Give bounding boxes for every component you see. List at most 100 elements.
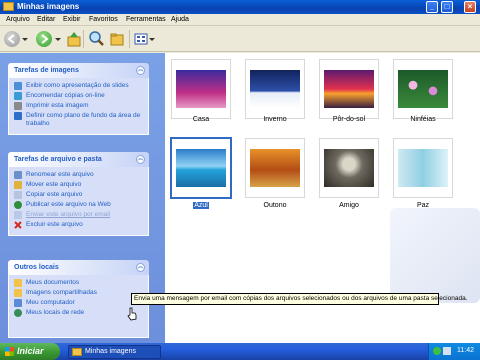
thumbnail-image <box>250 149 300 187</box>
thumbnail-image <box>324 70 374 108</box>
views-dropdown-icon[interactable] <box>149 37 155 41</box>
panel-header[interactable]: Tarefas de imagens ︽ <box>8 63 149 78</box>
menu-editar[interactable]: Editar <box>37 16 55 23</box>
delete-icon <box>14 221 22 229</box>
place-my-computer[interactable]: Meu computador <box>14 299 143 307</box>
back-icon[interactable] <box>4 31 20 47</box>
email-icon <box>14 211 22 219</box>
start-button[interactable]: Iniciar <box>0 343 60 360</box>
menu-favoritos[interactable]: Favoritos <box>89 16 118 23</box>
taskbar-window-button[interactable]: Minhas imagens <box>68 345 161 359</box>
thumbnail-paz[interactable] <box>393 138 453 198</box>
desktop-background-icon <box>14 112 22 120</box>
place-my-documents[interactable]: Meus documentos <box>14 279 143 287</box>
close-button[interactable]: × <box>464 1 476 13</box>
minimize-button[interactable]: _ <box>426 1 438 13</box>
file-name[interactable]: Pôr-do-sol <box>314 116 384 123</box>
search-icon[interactable] <box>88 31 106 47</box>
menu-ferramentas[interactable]: Ferramentas <box>126 16 166 23</box>
task-rename[interactable]: Renomear este arquivo <box>14 171 143 179</box>
collapse-icon[interactable]: ︽ <box>136 155 145 164</box>
maximize-button[interactable]: □ <box>441 1 453 13</box>
collapse-icon[interactable]: ︽ <box>136 66 145 75</box>
network-icon <box>14 309 22 317</box>
views-icon[interactable] <box>134 31 148 47</box>
panel-file-tasks: Tarefas de arquivo e pasta ︽ Renomear es… <box>8 152 149 236</box>
file-name[interactable]: Azul <box>193 202 209 209</box>
panel-header[interactable]: Tarefas de arquivo e pasta ︽ <box>8 152 149 167</box>
file-name[interactable]: Outono <box>240 202 310 209</box>
panel-other-places: Outros locais ︽ Meus documentos Imagens … <box>8 260 149 338</box>
back-dropdown-icon[interactable] <box>22 37 28 41</box>
place-shared-pictures[interactable]: Imagens compartilhadas <box>14 289 143 297</box>
panel-title: Tarefas de arquivo e pasta <box>14 156 102 163</box>
task-slideshow[interactable]: Exibir como apresentação de slides <box>14 82 143 90</box>
explorer-window: Minhas imagens _ □ × Arquivo Editar Exib… <box>0 0 480 343</box>
task-move[interactable]: Mover este arquivo <box>14 181 143 189</box>
file-name[interactable]: Amigo <box>314 202 384 209</box>
task-order-prints[interactable]: Encomendar cópias on-line <box>14 92 143 100</box>
task-delete[interactable]: Excluir este arquivo <box>14 221 143 229</box>
task-print[interactable]: Imprimir esta imagem <box>14 102 143 110</box>
forward-dropdown-icon[interactable] <box>55 37 61 41</box>
tray-icon[interactable] <box>433 347 441 355</box>
thumbnail-outono[interactable] <box>245 138 305 198</box>
task-publish-web[interactable]: Publicar este arquivo na Web <box>14 201 143 209</box>
panel-header[interactable]: Outros locais ︽ <box>8 260 149 275</box>
thumbnail-azul[interactable] <box>170 137 232 199</box>
shared-pictures-icon <box>14 289 22 297</box>
folder-icon <box>3 2 14 11</box>
move-icon <box>14 181 22 189</box>
toolbar <box>0 27 480 52</box>
slideshow-icon <box>14 82 22 90</box>
collapse-icon[interactable]: ︽ <box>136 263 145 272</box>
print-icon <box>14 102 22 110</box>
menu-bar: Arquivo Editar Exibir Favoritos Ferramen… <box>0 14 480 40</box>
thumbnail-image <box>324 149 374 187</box>
thumbnail-image <box>398 70 448 108</box>
toolbar-separator <box>129 30 130 48</box>
content-area: Tarefas de imagens ︽ Exibir como apresen… <box>0 53 480 343</box>
taskbar: Iniciar Minhas imagens 11:42 <box>0 343 480 360</box>
window-title: Minhas imagens <box>17 2 80 11</box>
order-prints-icon <box>14 92 22 100</box>
computer-icon <box>14 299 22 307</box>
menu-exibir[interactable]: Exibir <box>63 16 81 23</box>
title-bar[interactable]: Minhas imagens _ □ × <box>0 0 480 14</box>
task-set-background[interactable]: Definir como plano de fundo da área de t… <box>14 112 143 128</box>
tooltip: Envia uma mensagem por email com cópias … <box>131 293 468 305</box>
thumbnail-casa[interactable] <box>171 59 231 119</box>
web-publish-icon <box>14 201 22 209</box>
task-email[interactable]: Enviar este arquivo por email <box>14 211 143 219</box>
folder-icon <box>72 348 82 356</box>
watermark-logo <box>390 208 480 303</box>
file-name[interactable]: Casa <box>166 116 236 123</box>
folders-icon[interactable] <box>109 31 125 47</box>
up-folder-icon[interactable] <box>67 31 81 47</box>
panel-title: Outros locais <box>14 264 59 271</box>
thumbnail-amigo[interactable] <box>319 138 379 198</box>
thumbnail-image <box>176 149 226 187</box>
thumbnail-por-do-sol[interactable] <box>319 59 379 119</box>
forward-icon[interactable] <box>36 31 52 47</box>
thumbnail-ninfeias[interactable] <box>393 59 453 119</box>
windows-flag-icon <box>5 347 14 356</box>
file-name[interactable]: Ninféias <box>388 116 458 123</box>
volume-icon[interactable] <box>443 347 451 355</box>
thumbnail-image <box>250 70 300 108</box>
thumbnail-image <box>176 70 226 108</box>
panel-body: Renomear este arquivo Mover este arquivo… <box>8 167 149 236</box>
place-network[interactable]: Meus locais de rede <box>14 309 143 317</box>
file-name[interactable]: Inverno <box>240 116 310 123</box>
panel-body: Exibir como apresentação de slides Encom… <box>8 78 149 135</box>
clock: 11:42 <box>457 347 474 354</box>
thumbnail-image <box>398 149 448 187</box>
rename-icon <box>14 171 22 179</box>
menu-arquivo[interactable]: Arquivo <box>6 16 30 23</box>
system-tray: 11:42 <box>428 343 480 360</box>
menu-ajuda[interactable]: Ajuda <box>171 16 189 23</box>
toolbar-separator <box>83 30 84 48</box>
task-copy[interactable]: Copiar este arquivo <box>14 191 143 199</box>
file-name[interactable]: Paz <box>388 202 458 209</box>
thumbnail-inverno[interactable] <box>245 59 305 119</box>
